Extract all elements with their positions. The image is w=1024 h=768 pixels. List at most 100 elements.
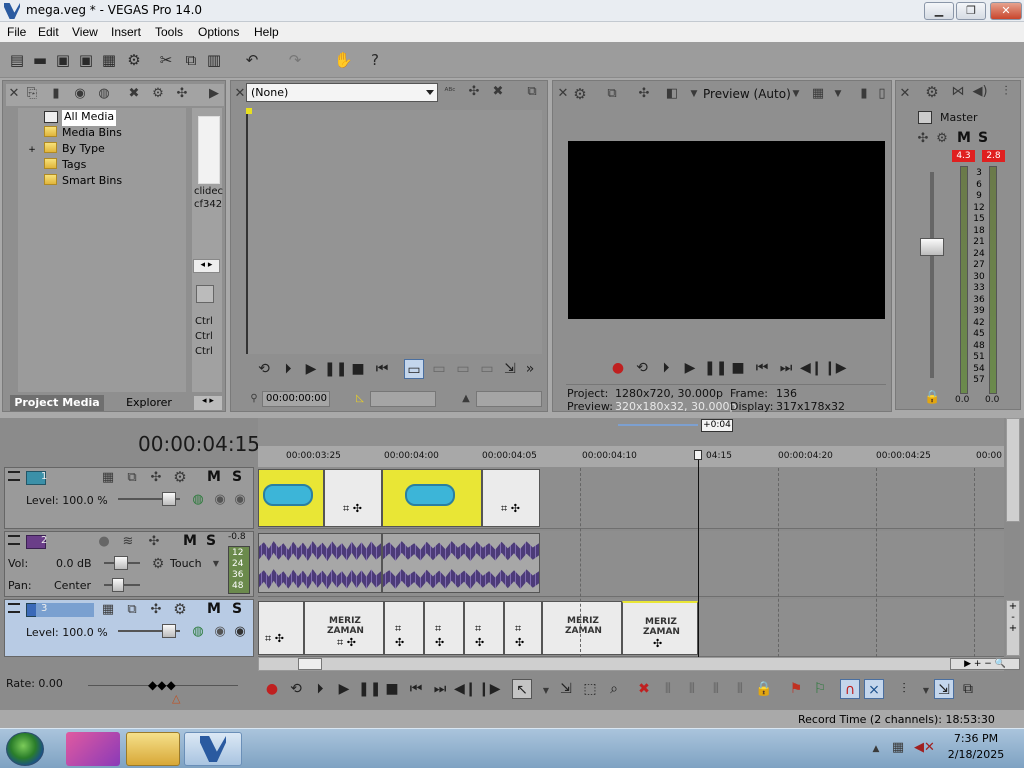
event-fx-icon[interactable]: ⧉ [958,679,978,699]
go-to-start-icon[interactable]: ⏮ [372,359,392,379]
tree-item-all-media[interactable]: All Media [62,110,117,126]
zoom-buttons[interactable]: ▶ + − 🔍 [950,658,1020,670]
track-collapse-icon[interactable] [8,471,20,481]
trim-fit-icon[interactable]: ⇲ [500,359,520,379]
video-clip[interactable]: ⌗ ✣ [482,469,540,527]
color-fx-icon[interactable]: ◍ [190,492,206,508]
master-fx-icon[interactable]: ⚙ [924,84,940,100]
play-from-start-icon[interactable]: ⏵ [278,359,298,379]
cut-icon[interactable]: ✂ [157,51,175,69]
region-length-field[interactable] [476,391,542,407]
normal-edit-tool-icon[interactable]: ↖ [512,679,532,699]
close-button[interactable]: ✕ [990,2,1022,20]
app-launcher-icon[interactable] [66,732,120,766]
trim-mode-icon[interactable]: ▭ [404,359,424,379]
tab-explorer[interactable]: Explorer [108,395,190,411]
ignore-grouping-icon[interactable]: ⫴ [730,679,750,699]
auto-crossfade-icon[interactable]: ⨯ [864,679,884,699]
blend-icon[interactable]: ◉ [212,492,228,508]
trim-end-icon[interactable]: ⫴ [682,679,702,699]
panel-more-icon[interactable]: ▶ [206,86,222,102]
video-clip[interactable]: ⌗ ✣ [424,601,464,655]
insert-icon[interactable]: ▭ [453,359,473,379]
trim-start-icon[interactable]: ⫴ [658,679,678,699]
redo-icon[interactable]: ↷ [286,51,304,69]
loop-region-bar[interactable] [618,424,698,426]
menu-view[interactable]: View [72,25,98,39]
pan-crop-icon[interactable]: ⌗ ✣ [501,502,520,516]
master-mute-icon[interactable]: M [957,130,971,146]
video-clip[interactable]: MERIZ ZAMAN [542,601,622,655]
pan-crop-icon[interactable]: ⌗ ✣ [515,622,524,649]
video-clip[interactable]: ⌗ ✣ [464,601,504,655]
trimmer-media-dropdown[interactable]: (None) [246,83,438,102]
remove-media-icon[interactable]: ✖ [126,86,142,102]
pan-crop-icon[interactable]: ⌗ ✣ [343,502,362,516]
previous-frame-icon[interactable]: ◀❙ [800,358,823,378]
file-explorer-icon[interactable] [126,732,180,766]
pan-crop-icon[interactable]: ⌗ ✣ [265,632,284,646]
lock-icon[interactable]: 🔒 [924,390,940,406]
preview-settings-icon[interactable]: ⚙ [572,86,588,102]
next-frame-icon[interactable]: ❙▶ [824,358,847,378]
volume-muted-icon[interactable]: ◀✕ [914,740,935,756]
go-to-end-icon[interactable]: ⏭ [430,679,450,699]
minimize-button[interactable]: ▁ [924,2,954,20]
level-slider-handle[interactable] [162,492,176,506]
master-close-icon[interactable]: ✕ [897,86,913,102]
timeline-hscroll[interactable] [258,657,1004,671]
audio-clip[interactable] [382,533,540,593]
video-clip[interactable]: MERIZ ZAMAN ⌗ ✣ [304,601,384,655]
import-media-icon[interactable]: ⎘ [24,86,40,102]
clock-date[interactable]: 2/18/2025 [940,748,1012,761]
track-move-icon[interactable]: ✣ [146,534,162,550]
media-scroll-arrows[interactable]: ◂ ▸ [193,259,220,273]
timeline-vscroll[interactable] [1006,418,1020,522]
add-to-timeline-icon[interactable]: ▭ [429,359,449,379]
help-icon[interactable]: ? [366,51,384,69]
video-clip[interactable]: ⌗ ✣ [258,601,304,655]
clock-time[interactable]: 7:36 PM [940,732,1012,745]
loop-playback-icon[interactable]: ⟲ [632,358,652,378]
mute-icon[interactable]: M [183,533,197,549]
record-icon[interactable]: ● [262,679,282,699]
whats-this-icon[interactable]: ✋ [334,51,353,69]
mask-icon[interactable]: ◉ [232,624,248,640]
split-icon[interactable]: ⫴ [706,679,726,699]
split-dropdown-icon[interactable]: ▼ [686,86,702,102]
solo-icon[interactable]: S [232,601,242,617]
video-clip[interactable]: ⌗ ✣ [504,601,542,655]
snapping-icon[interactable]: ∩ [840,679,860,699]
master-solo-icon[interactable]: S [978,130,988,146]
split-screen-icon[interactable]: ✣ [636,86,652,102]
pause-icon[interactable]: ❚❚ [704,358,727,378]
track-motion-icon[interactable]: ⧉ [124,602,140,618]
new-icon[interactable]: ▤ [8,51,26,69]
external-monitor-icon[interactable]: ⧉ [604,86,620,102]
trim-remove-icon[interactable]: ✖ [490,84,506,100]
save-snapshot-icon[interactable]: ▯ [874,86,890,102]
next-frame-icon[interactable]: ❙▶ [478,679,501,699]
tree-item-smart-bins[interactable]: Smart Bins [44,174,122,190]
pause-icon[interactable]: ❚❚ [358,679,381,699]
media-fx-icon[interactable]: ✣ [174,86,190,102]
chevron-down-icon[interactable]: ▼ [918,683,934,699]
stop-icon[interactable]: ■ [382,679,402,699]
mute-icon[interactable]: M [207,601,221,617]
track-fx-icon[interactable]: ⚙ [172,469,188,485]
properties-gear-icon[interactable]: ⚙ [125,51,143,69]
tree-item-tags[interactable]: Tags [44,158,86,174]
chevron-down-icon[interactable]: ▼ [538,683,554,699]
copy-icon[interactable]: ⧉ [182,51,200,69]
play-icon[interactable]: ▶ [301,359,321,379]
video-clip[interactable]: ⌗ ✣ [384,601,424,655]
rate-slider-handle[interactable]: ◆◆◆ [148,678,176,692]
solo-icon[interactable]: S [232,469,242,485]
stop-icon[interactable]: ■ [348,359,368,379]
color-fx-icon[interactable]: ◍ [190,624,206,640]
pan-crop-icon[interactable]: ⌗ ✣ [475,622,484,649]
expand-icon[interactable]: + [27,145,37,155]
menu-tools[interactable]: Tools [155,25,183,39]
selection-length-field[interactable] [370,391,436,407]
menu-insert[interactable]: Insert [111,25,141,39]
